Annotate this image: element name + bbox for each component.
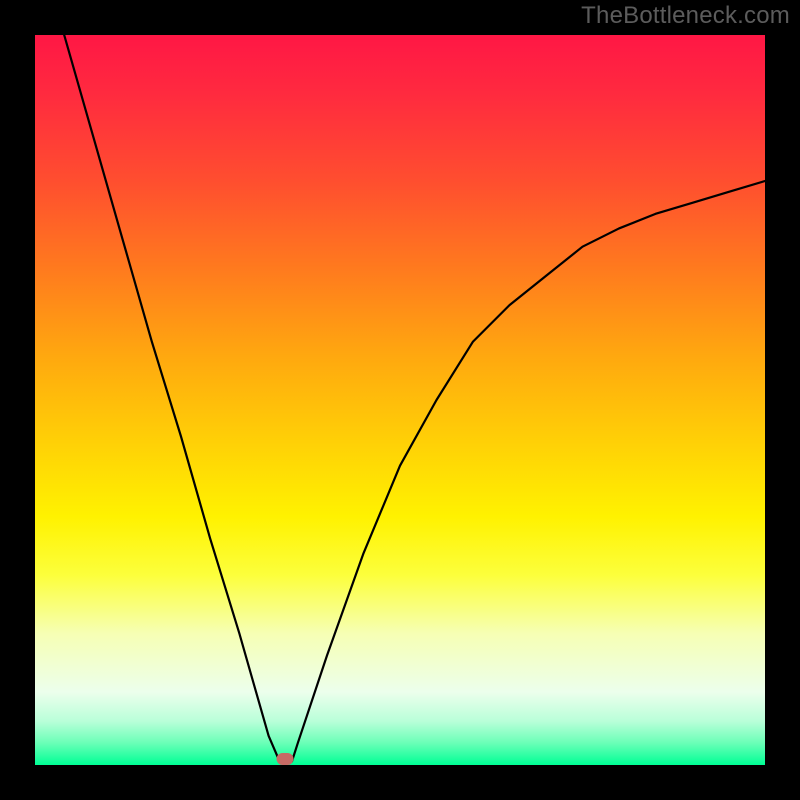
bottleneck-curve — [35, 35, 765, 765]
curve-path — [64, 35, 765, 761]
plot-area — [35, 35, 765, 765]
watermark-text: TheBottleneck.com — [581, 2, 790, 30]
chart-container: TheBottleneck.com — [0, 0, 800, 800]
optimum-marker — [276, 753, 293, 765]
